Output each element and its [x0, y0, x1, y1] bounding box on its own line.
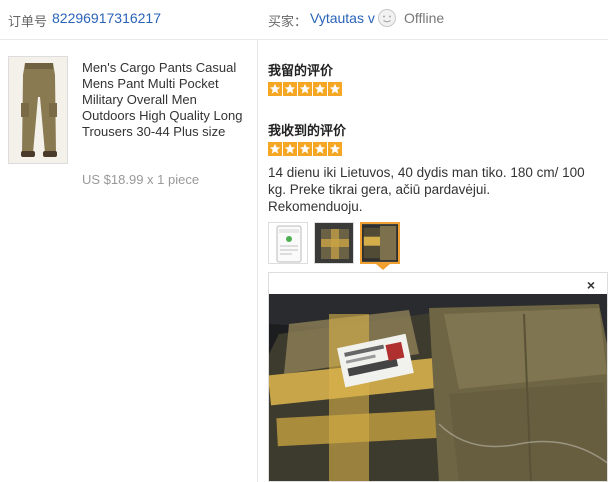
buyer-label: 买家： [268, 14, 308, 29]
star-icon [283, 82, 297, 96]
buyer-name-link[interactable]: Vytautas v [310, 10, 375, 26]
star-icon [268, 82, 282, 96]
buyer-status: Offline [404, 10, 445, 26]
photo-preview-panel: × [268, 272, 608, 482]
offline-status-icon [378, 9, 396, 27]
star-icon [283, 142, 297, 156]
received-feedback-title: 我收到的评价 [268, 123, 347, 138]
cargo-pants-image [9, 57, 67, 163]
star-icon [313, 142, 327, 156]
order-number-link[interactable]: 82296917316217 [52, 10, 161, 26]
close-preview-button[interactable]: × [587, 277, 595, 293]
order-header: 订单号 82296917316217 买家： Vytautas v Offlin… [0, 0, 608, 40]
review-text: 14 dienu iki Lietuvos, 40 dydis man tiko… [268, 165, 585, 214]
product-panel: Men's Cargo Pants Casual Mens Pant Multi… [0, 40, 258, 482]
active-photo-pointer [376, 264, 390, 270]
package-photo-image [362, 224, 398, 262]
package-photo-large-image [269, 294, 607, 481]
star-icon [328, 142, 342, 156]
review-photo-2[interactable] [314, 222, 354, 264]
product-thumbnail[interactable] [8, 56, 68, 164]
my-feedback-rating [268, 82, 342, 96]
review-photo-strip [268, 222, 400, 264]
review-photo-1[interactable] [268, 222, 308, 264]
feedback-panel: 我留的评价 我收到的评价 14 dienu iki Lietuvos, 40 d… [259, 40, 608, 482]
review-photo-3-active[interactable] [360, 222, 400, 264]
product-price: US $18.99 x 1 piece [82, 172, 200, 187]
star-icon [268, 142, 282, 156]
order-number-label: 订单号 [8, 14, 48, 29]
my-feedback-title: 我留的评价 [268, 63, 334, 78]
received-feedback-rating [268, 142, 342, 156]
star-icon [328, 82, 342, 96]
star-icon [313, 82, 327, 96]
phone-screenshot-image [269, 223, 307, 263]
product-title-link[interactable]: Men's Cargo Pants Casual Mens Pant Multi… [82, 60, 250, 140]
star-icon [298, 82, 312, 96]
star-icon [298, 142, 312, 156]
package-photo-image [315, 223, 353, 263]
